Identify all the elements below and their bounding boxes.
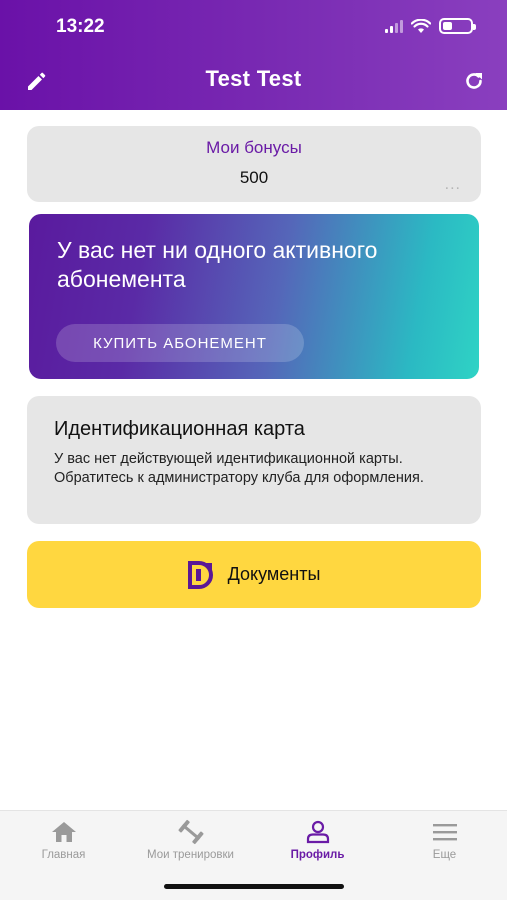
documents-button[interactable]: Документы — [27, 541, 481, 608]
tab-home-label: Главная — [41, 849, 86, 861]
tab-profile[interactable]: Профиль — [254, 811, 381, 881]
id-card-title: Идентификационная карта — [54, 418, 305, 440]
wifi-icon — [411, 18, 431, 33]
tab-workouts[interactable]: Мои тренировки — [127, 811, 254, 881]
subscription-card: У вас нет ни одного активного абонемента… — [29, 214, 479, 379]
app-header: 13:22 Test Test — [0, 0, 507, 110]
tab-workouts-label: Мои тренировки — [147, 849, 234, 861]
tab-more-label: Еще — [432, 849, 457, 861]
bonus-title: Мои бонусы — [206, 138, 302, 157]
id-card-text: У вас нет действующей идентификационной … — [54, 451, 424, 486]
documents-icon — [187, 560, 213, 589]
home-icon — [51, 822, 76, 842]
more-icon[interactable]: ... — [445, 176, 461, 194]
home-indicator — [164, 884, 344, 889]
subscription-message: У вас нет ни одного активного абонемента — [57, 237, 378, 292]
buy-subscription-button[interactable]: КУПИТЬ АБОНЕМЕНТ — [56, 324, 304, 362]
page-title: Test Test — [205, 66, 302, 91]
bonus-card[interactable]: Мои бонусы 500 ... — [27, 126, 481, 202]
profile-icon — [306, 820, 329, 844]
bonus-value: 500 — [239, 168, 269, 187]
menu-icon — [432, 824, 457, 841]
status-icons — [385, 18, 476, 34]
tab-profile-label: Профиль — [290, 849, 345, 861]
documents-label: Документы — [227, 564, 321, 584]
refresh-icon — [466, 73, 482, 89]
battery-icon — [439, 18, 476, 34]
refresh-button[interactable] — [459, 66, 489, 96]
status-time: 13:22 — [56, 16, 105, 37]
tab-more[interactable]: Еще — [381, 811, 507, 881]
id-card: Идентификационная карта У вас нет действ… — [27, 396, 481, 524]
tab-home[interactable]: Главная — [0, 811, 127, 881]
dumbbell-icon — [177, 819, 204, 845]
signal-icon — [385, 19, 403, 33]
